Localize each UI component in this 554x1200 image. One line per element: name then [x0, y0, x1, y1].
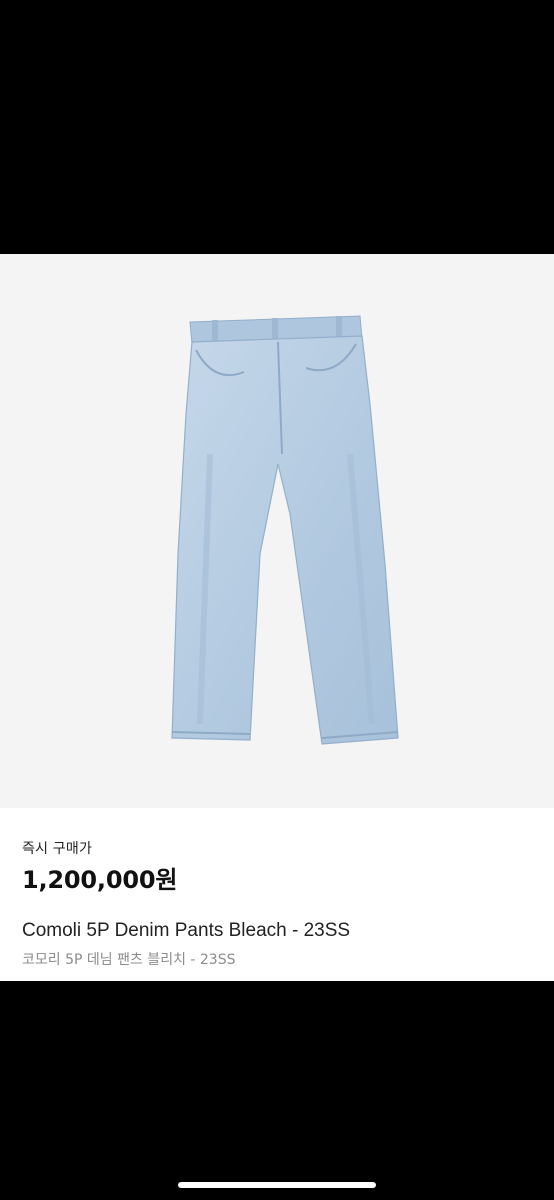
- price: 1,200,000원: [22, 866, 178, 894]
- bottom-black-area: [0, 981, 554, 1200]
- product-title-korean[interactable]: 코모리 5P 데님 팬츠 블리치 - 23SS: [22, 949, 236, 969]
- home-indicator[interactable]: [178, 1182, 376, 1188]
- product-title-english[interactable]: Comoli 5P Denim Pants Bleach - 23SS: [22, 920, 350, 942]
- product-image[interactable]: [0, 254, 554, 808]
- top-black-area: [0, 0, 554, 254]
- jeans-image: [171, 315, 399, 745]
- product-info-panel[interactable]: 즉시 구매가 1,200,000원 Comoli 5P Denim Pants …: [0, 808, 554, 981]
- price-label: 즉시 구매가: [22, 841, 93, 857]
